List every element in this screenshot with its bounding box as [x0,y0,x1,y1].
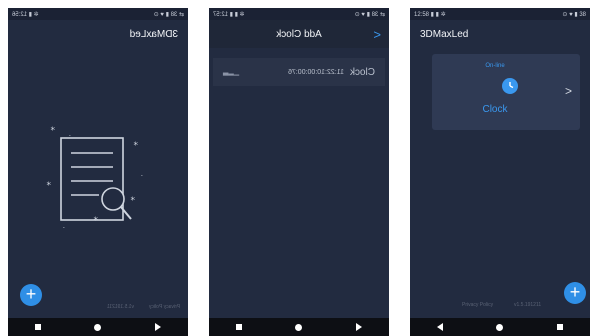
privacy-policy-link[interactable]: Privacy Policy [149,304,180,310]
status-left-text: 12:58 ▮ ▮ ✲ [414,11,446,18]
back-icon[interactable] [155,323,162,331]
device-card[interactable]: On-line Clock > [432,54,580,130]
chevron-right-icon[interactable]: > [565,84,572,98]
svg-text:·: · [141,172,143,180]
phone-screen-add-clock: ⇄ 38 ▮ ♥ ⊙ ✲ ▮ ▮ 12:57 < Add Clock Clock… [209,8,389,336]
phone-screen-home-empty: ⇄ 38 ▮ ♥ ⊙ ✲ ▮ 12:56 3DMaxLed * * * · * … [8,8,188,336]
recents-icon[interactable] [34,324,41,330]
device-mac: 11:22:10:00:00:76 [288,68,344,76]
svg-text:*: * [50,126,55,136]
svg-text:*: * [46,181,51,191]
svg-text:·: · [69,132,71,140]
back-icon[interactable] [436,323,443,331]
version-label: v1.5.191211 [514,302,542,308]
add-device-button[interactable]: + [20,284,42,306]
version-label: v1.5.191211 [106,304,134,310]
status-bar: 12:58 ▮ ▮ ✲ ⊙ ♥ ▮ 38 [410,8,590,20]
status-right-text: ⊙ ♥ ▮ 38 [562,11,586,18]
page-title: Add Clock [276,28,322,40]
clock-icon [502,78,518,94]
app-header: 3DMaxLed [410,20,590,48]
back-chevron-icon[interactable]: < [373,27,381,42]
status-right-text: ✲ ▮ ▮ 12:57 [213,11,245,18]
device-name: Clock [482,104,508,115]
svg-text:*: * [133,141,138,151]
home-icon[interactable] [496,323,504,331]
empty-list-icon: * * * · * * · · [43,123,143,233]
recents-icon[interactable] [235,324,242,330]
signal-strength-icon: ▁▂▃ [223,69,240,76]
status-left-text: ⇄ 38 ▮ ♥ ⊙ [354,11,385,18]
svg-text:*: * [130,196,135,206]
home-icon[interactable] [295,323,303,331]
plus-icon: + [569,282,581,302]
add-device-button[interactable]: + [564,282,586,304]
back-icon[interactable] [356,323,363,331]
plus-icon: + [25,284,37,304]
system-nav-bar [410,318,590,336]
recents-icon[interactable] [557,324,564,330]
page-title: 3DMaxLed [129,28,178,40]
svg-text:*: * [93,216,98,226]
system-nav-bar [209,318,389,336]
status-bar: ⇄ 38 ▮ ♥ ⊙ ✲ ▮ ▮ 12:57 [209,8,389,20]
device-status: On-line [485,63,505,69]
privacy-policy-link[interactable]: Privacy Policy [462,302,493,308]
device-list-item[interactable]: Clock 11:22:10:00:00:76 ▁▂▃ [213,58,385,86]
page-title: 3DMaxLed [420,28,469,40]
app-header: 3DMaxLed [8,20,188,48]
phone-screen-home-with-device: 12:58 ▮ ▮ ✲ ⊙ ♥ ▮ 38 3DMaxLed On-line Cl… [410,8,590,336]
home-icon[interactable] [94,323,102,331]
device-name: Clock [349,66,375,78]
status-bar: ⇄ 38 ▮ ♥ ⊙ ✲ ▮ 12:56 [8,8,188,20]
status-right-text: ✲ ▮ 12:56 [12,11,39,18]
svg-text:·: · [63,224,65,232]
status-left-text: ⇄ 38 ▮ ♥ ⊙ [153,11,184,18]
app-header: < Add Clock [209,20,389,48]
system-nav-bar [8,318,188,336]
